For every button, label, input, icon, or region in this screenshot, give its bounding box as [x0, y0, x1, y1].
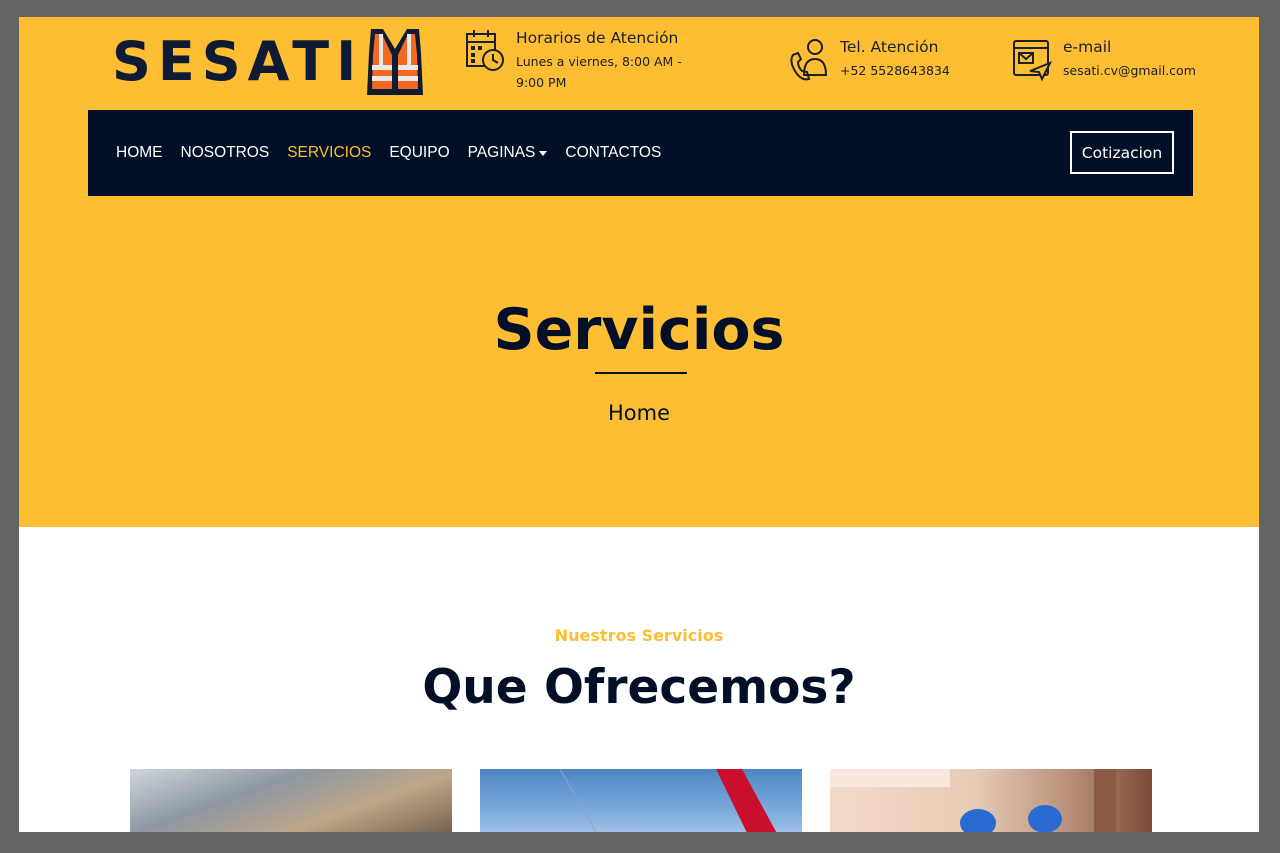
email-info: e-mail sesati.cv@gmail.com [1012, 37, 1196, 83]
workers-graphic [830, 769, 1116, 832]
email-title: e-mail [1063, 38, 1112, 56]
quote-button[interactable]: Cotizacion [1070, 131, 1174, 174]
page: SESATI Horarios de Atención Lunes a vier… [19, 17, 1259, 832]
email-icon [1013, 40, 1052, 82]
hours-info: Horarios de Atención Lunes a viernes, 8:… [465, 28, 686, 93]
service-image-construction[interactable] [130, 769, 452, 832]
title-divider [595, 372, 687, 374]
email-address[interactable]: sesati.cv@gmail.com [1063, 60, 1196, 81]
phone-support-icon [790, 39, 828, 81]
service-image-workers[interactable] [830, 769, 1152, 832]
hours-title: Horarios de Atención [516, 29, 679, 47]
site-logo[interactable]: SESATI [112, 25, 425, 99]
nav-item-paginas[interactable]: PAGINAS [468, 144, 548, 162]
nav-item-home[interactable]: HOME [116, 144, 163, 162]
hours-text: Lunes a viernes, 8:00 AM - 9:00 PM [516, 54, 682, 90]
safety-vest-icon [367, 29, 424, 95]
nav-item-servicios[interactable]: SERVICIOS [287, 144, 371, 162]
phone-info: Tel. Atención +52 5528643834 [789, 37, 950, 83]
phone-title: Tel. Atención [840, 38, 939, 56]
crane-graphic [559, 769, 777, 832]
nav-item-nosotros[interactable]: NOSOTROS [181, 144, 270, 162]
breadcrumb-home[interactable]: Home [19, 398, 1259, 428]
caret-down-icon [539, 150, 548, 156]
calendar-clock-icon [466, 30, 504, 71]
nav-item-contactos[interactable]: CONTACTOS [565, 144, 661, 162]
main-navbar: HOME NOSOTROS SERVICIOS EQUIPO PAGINAS C… [88, 110, 1193, 196]
logo-text: SESATI [112, 30, 364, 93]
phone-number[interactable]: +52 5528643834 [840, 60, 950, 81]
nav-links: HOME NOSOTROS SERVICIOS EQUIPO PAGINAS C… [116, 110, 679, 196]
page-title: Servicios [493, 297, 785, 363]
hero-section: SESATI Horarios de Atención Lunes a vier… [19, 17, 1259, 527]
services-heading: Que Ofrecemos? [422, 660, 856, 715]
nav-item-equipo[interactable]: EQUIPO [389, 144, 449, 162]
service-image-crane[interactable] [480, 769, 802, 832]
nav-item-paginas-label: PAGINAS [467, 144, 536, 161]
services-kicker: Nuestros Servicios [554, 626, 724, 645]
